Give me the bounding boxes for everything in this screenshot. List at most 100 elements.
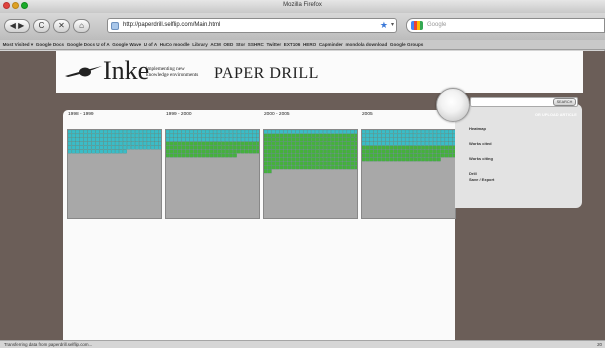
bookmark-item[interactable]: Google Docs U of A [67,40,110,49]
heatmap-cell [233,137,237,142]
bookmark-item[interactable]: U of A [144,40,157,49]
heatmap-cell [331,130,335,134]
heatmap-cell [389,133,394,138]
bookmark-item[interactable]: SSHRC [248,40,264,49]
heatmap-cell [299,149,304,154]
heatmap-cell [173,141,178,146]
menu-works-citing[interactable]: Works citing [469,156,493,161]
heatmap-cell [389,145,394,150]
heatmap-cell [405,130,410,134]
heatmap-cell [201,137,206,142]
heatmap-cell [377,149,382,154]
heatmap-cell [119,141,123,146]
heatmap-cell [346,153,351,158]
heatmap-column[interactable] [165,129,260,219]
heatmap-cell [123,145,127,150]
heatmap-column[interactable] [67,129,162,219]
heatmap-cell [303,137,308,142]
heatmap-cell [338,157,343,162]
heatmap-cell [346,149,351,154]
heatmap-column[interactable] [361,129,456,219]
heatmap-column[interactable] [263,129,358,219]
bookmark-item[interactable]: ACM [210,40,220,49]
bookmark-item[interactable]: EXT106 [284,40,301,49]
heatmap-cell [429,130,433,134]
heatmap-cell [413,157,417,162]
heatmap-cell [71,133,76,138]
bookmark-item[interactable]: Capminder [319,40,343,49]
bookmark-item[interactable]: Twitter [266,40,281,49]
heatmap-cell [354,157,357,162]
reload-button[interactable]: C [33,19,50,33]
heatmap-cell [338,130,343,134]
heatmap-cell [279,145,284,150]
heatmap-cell [350,153,355,158]
heatmap-cell [233,145,237,150]
google-engine-icon[interactable] [411,21,423,30]
heatmap-cell [291,137,296,142]
heatmap-cell [197,153,202,158]
back-forward-buttons[interactable]: ◀ ▶ [4,19,30,33]
heatmap-cell [448,141,453,146]
heatmap-cell [217,149,221,154]
heatmap-cell [181,145,186,150]
menu-heatmap[interactable]: Heatmap [469,126,486,131]
heatmap-cell [377,137,382,142]
heatmap-cell [319,145,323,150]
heatmap-cell [381,157,386,162]
stop-button[interactable]: ✕ [53,19,70,33]
forward-icon[interactable]: ▶ [18,21,24,30]
heatmap-cell [369,145,374,150]
heatmap-cell [295,161,300,166]
bookmark-item[interactable]: Library [192,40,208,49]
heatmap-cell [401,145,406,150]
bookmark-item[interactable]: Most Visited ▾ [3,40,34,49]
heatmap-cell [79,137,84,142]
heatmap-cell [307,165,312,170]
heatmap-cell [283,149,288,154]
search-button[interactable]: SEARCH [553,98,576,106]
heatmap-cell [421,149,425,154]
bookmark-item[interactable]: OED [223,40,233,49]
bookmark-item[interactable]: Google Groups [390,40,423,49]
heatmap-cell [397,137,402,142]
bookmark-item[interactable]: HERO [303,40,316,49]
bookmark-item[interactable]: Google Wave [112,40,141,49]
bookmark-item[interactable]: Google Docs [36,40,64,49]
heatmap-cell [87,141,92,146]
heatmap-cell [444,153,449,158]
url-dropdown-icon[interactable]: ▾ [391,20,394,31]
heatmap-cell [323,165,327,170]
heatmap-cell [154,141,159,146]
heatmap-cell [271,141,276,146]
heatmap-cell [335,137,339,142]
bookmark-star-icon[interactable]: ★ [380,20,388,31]
heatmap-cell [335,149,339,154]
heatmap-cell [169,137,174,142]
search-engine-field[interactable]: Google [406,18,605,33]
menu-save-export[interactable]: Save / Export [469,177,494,182]
bookmark-item[interactable]: HuCo moodle [160,40,190,49]
heatmap-cell [295,165,300,170]
heatmap-cell [240,133,245,138]
heatmap-cell [409,157,414,162]
address-bar[interactable]: http://paperdrill.selflip.com/Main.html … [107,18,397,33]
heatmap-cell [315,137,319,142]
heatmap-cell [440,141,445,146]
bookmark-item[interactable]: mondola download [345,40,387,49]
heatmap-cell [287,153,292,158]
heatmap-cell [307,161,312,166]
heatmap-cell [335,153,339,158]
home-button[interactable]: ⌂ [73,19,90,33]
heatmap-cell [181,137,186,142]
heatmap-cell [95,130,100,134]
heatmap-grid [264,130,357,174]
bookmark-item[interactable]: Stor [236,40,245,49]
menu-works-cited[interactable]: Works cited [469,141,492,146]
heatmap-cell [413,141,417,146]
upload-article-link[interactable]: OR UPLOAD ARTICLE [535,113,577,117]
back-icon[interactable]: ◀ [10,21,16,30]
menu-drill[interactable]: Drill [469,171,477,176]
heatmap-cell [303,161,308,166]
heatmap-cell [209,133,214,138]
